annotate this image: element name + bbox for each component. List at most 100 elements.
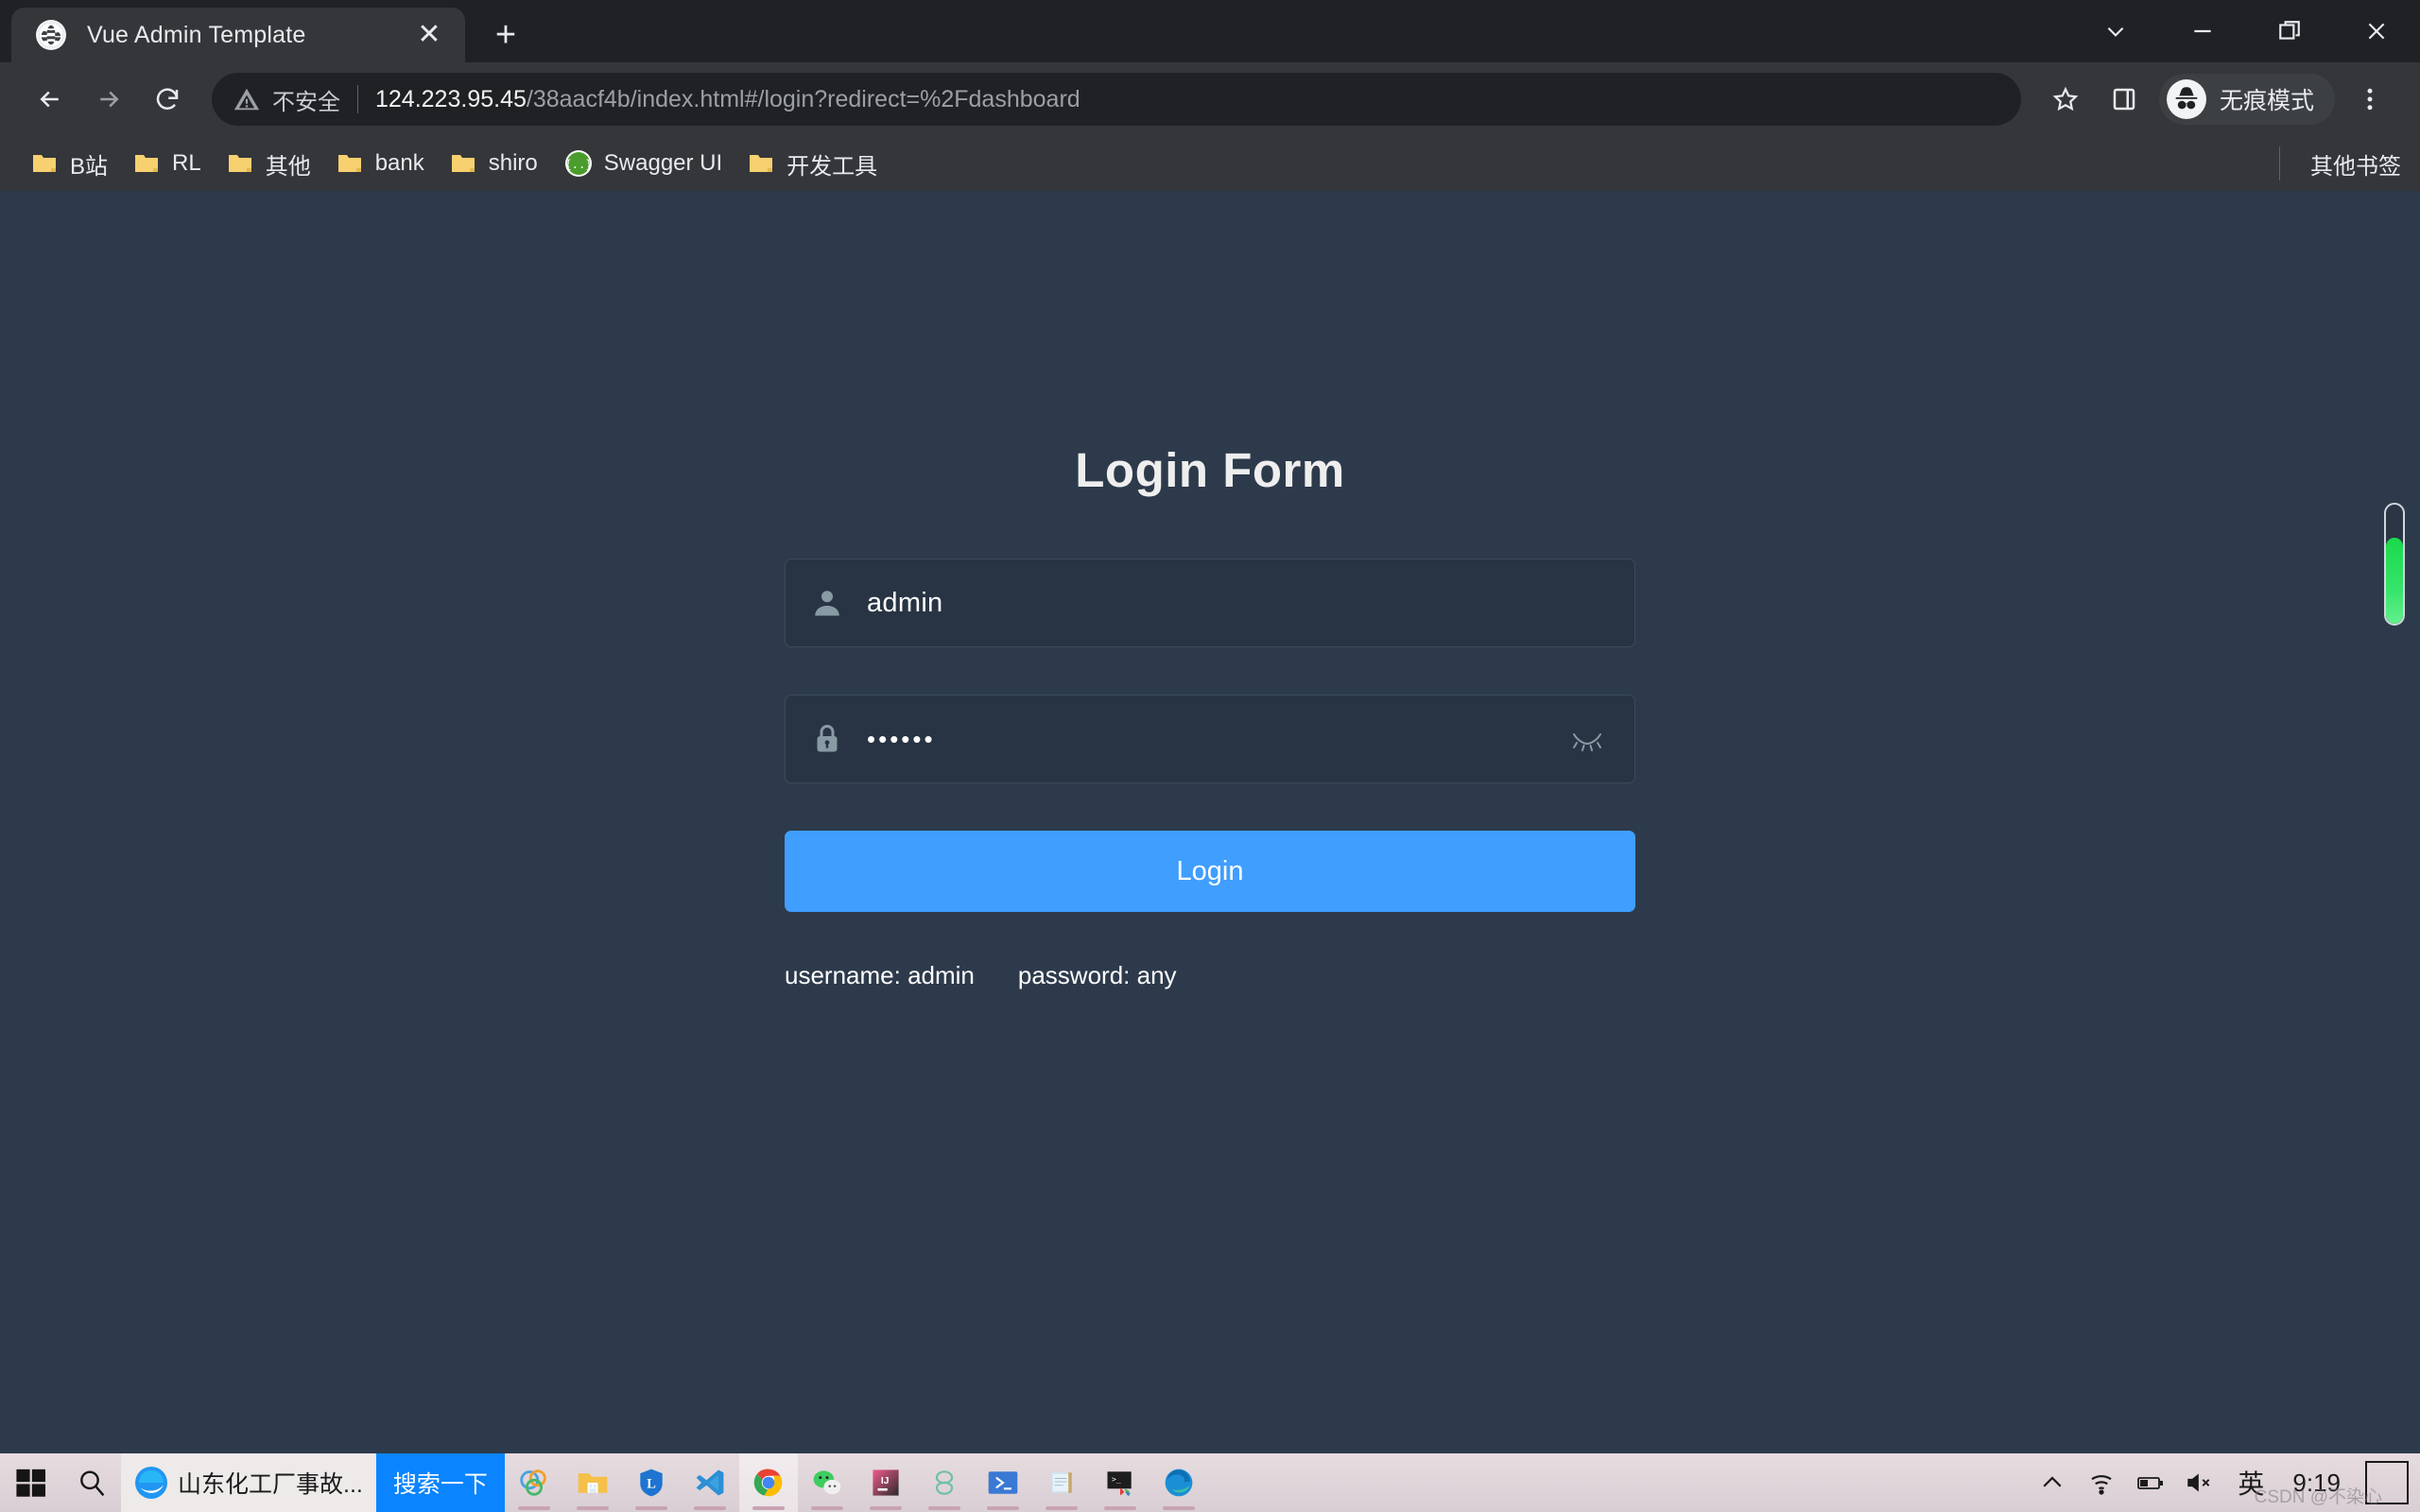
svg-text:IJ: IJ — [881, 1476, 890, 1486]
address-bar[interactable]: 不安全 124.223.95.45/38aacf4b/index.html#/l… — [212, 73, 2021, 126]
swagger-icon: {..} — [564, 149, 593, 178]
username-input-value[interactable]: admin — [867, 588, 1623, 619]
user-icon — [810, 586, 844, 620]
app-running-indicator — [869, 1506, 902, 1510]
svg-text:{..}: {..} — [564, 158, 592, 171]
other-bookmarks[interactable]: 其他书签 — [2279, 146, 2401, 187]
folder-icon — [32, 152, 57, 175]
svg-text:L: L — [647, 1476, 656, 1491]
login-hints: username: admin password: any — [785, 961, 1635, 990]
taskbar-search-value[interactable]: 山东化工厂事故... — [178, 1466, 363, 1500]
incognito-label: 无痕模式 — [2219, 88, 2314, 114]
bookmark-item-qita[interactable]: 其他 — [215, 143, 324, 184]
action-center-icon[interactable] — [2365, 1461, 2409, 1504]
chrome-icon[interactable] — [738, 1453, 798, 1512]
windows-taskbar: 山东化工厂事故... 搜索一下 L IJ >_ 英 9:19 CSDN @不染心 — [0, 1453, 2420, 1512]
incognito-icon — [2166, 79, 2206, 119]
tab-title: Vue Admin Template — [87, 21, 306, 48]
maximize-window-icon[interactable] — [2246, 0, 2333, 62]
folder-icon — [451, 152, 475, 175]
star-icon[interactable] — [2036, 70, 2095, 129]
bookmark-item-bzhan[interactable]: B站 — [19, 143, 121, 184]
password-input-value[interactable]: •••••• — [867, 725, 1561, 754]
wechat-icon[interactable] — [798, 1453, 856, 1512]
incognito-indicator[interactable]: 无痕模式 — [2158, 74, 2335, 125]
close-tab-icon[interactable]: ✕ — [410, 16, 448, 54]
not-secure-warning-icon[interactable] — [233, 85, 261, 113]
page-scrollbar[interactable] — [2384, 503, 2405, 626]
folder-icon — [134, 152, 159, 175]
vscode-icon[interactable] — [681, 1453, 739, 1512]
folder-icon — [228, 152, 252, 175]
side-panel-icon[interactable] — [2095, 70, 2153, 129]
wifi-icon[interactable] — [2077, 1453, 2126, 1512]
bookmark-item-bank[interactable]: bank — [324, 143, 438, 184]
app-running-indicator — [576, 1506, 609, 1510]
svg-text:>_: >_ — [1112, 1474, 1121, 1484]
minimize-window-icon[interactable] — [2159, 0, 2246, 62]
browser-window: Vue Admin Template ✕ + 不安全 124.223.95.45… — [0, 0, 2420, 1512]
bookmark-label: B站 — [70, 153, 109, 180]
kebab-menu-icon[interactable] — [2341, 70, 2399, 129]
ime-indicator[interactable]: 英 — [2224, 1464, 2277, 1502]
browser-toolbar: 不安全 124.223.95.45/38aacf4b/index.html#/l… — [0, 62, 2420, 136]
back-icon[interactable] — [21, 70, 79, 129]
bookmark-item-shiro[interactable]: shiro — [438, 143, 551, 184]
system-tray: 英 9:19 — [2028, 1453, 2420, 1512]
globe-icon — [36, 20, 66, 50]
navicat-icon[interactable] — [505, 1453, 563, 1512]
notepad-icon[interactable] — [1032, 1453, 1091, 1512]
edge-icon[interactable] — [1150, 1453, 1208, 1512]
eye-closed-icon[interactable] — [1561, 713, 1614, 765]
bookmark-item-rl[interactable]: RL — [121, 143, 215, 184]
app-running-indicator — [634, 1506, 667, 1510]
scrollbar-thumb[interactable] — [2386, 538, 2403, 624]
powershell-icon[interactable] — [974, 1453, 1032, 1512]
app-running-indicator — [1103, 1506, 1136, 1510]
security-label[interactable]: 不安全 — [272, 83, 340, 116]
password-field[interactable]: •••••• — [785, 695, 1635, 783]
url-text[interactable]: 124.223.95.45/38aacf4b/index.html#/login… — [375, 86, 1080, 113]
chevron-up-icon[interactable] — [2028, 1453, 2077, 1512]
bookmark-label: 其他 — [265, 153, 311, 180]
taskbar-search-button[interactable]: 搜索一下 — [375, 1453, 505, 1512]
everything-icon[interactable] — [915, 1453, 974, 1512]
app-running-indicator — [1045, 1506, 1078, 1510]
search-icon[interactable] — [62, 1453, 121, 1512]
battery-icon[interactable] — [2126, 1453, 2175, 1512]
page-viewport: Login Form admin •••••• Login username: … — [0, 191, 2420, 1453]
reload-icon[interactable] — [138, 70, 197, 129]
file-explorer-icon[interactable] — [563, 1453, 622, 1512]
bookmark-item-dev-tools[interactable]: 开发工具 — [735, 143, 890, 184]
username-field[interactable]: admin — [785, 558, 1635, 647]
browser-tab[interactable]: Vue Admin Template ✕ — [11, 8, 465, 62]
lenovo-icon[interactable]: L — [622, 1453, 681, 1512]
close-window-icon[interactable] — [2333, 0, 2420, 62]
bookmarks-divider — [2279, 146, 2280, 180]
url-path: /38aacf4b/index.html#/login?redirect=%2F… — [526, 85, 1080, 112]
new-tab-button[interactable]: + — [478, 8, 533, 62]
hint-password: password: any — [1017, 961, 1177, 989]
taskbar-search-box[interactable]: 山东化工厂事故... 搜索一下 — [121, 1453, 505, 1512]
url-host: 124.223.95.45 — [375, 85, 527, 112]
clock[interactable]: 9:19 — [2277, 1469, 2356, 1498]
cmder-icon[interactable]: >_ — [1091, 1453, 1150, 1512]
app-running-indicator — [693, 1506, 726, 1510]
tab-search-icon[interactable] — [2072, 0, 2159, 62]
hint-username: username: admin — [785, 961, 975, 989]
bookmark-label: bank — [374, 150, 424, 176]
app-running-indicator — [517, 1506, 550, 1510]
volume-muted-icon[interactable] — [2175, 1453, 2224, 1512]
bookmark-label: Swagger UI — [603, 150, 723, 176]
login-button[interactable]: Login — [785, 831, 1635, 912]
other-bookmarks-label: 其他书签 — [2310, 153, 2401, 180]
intellij-idea-icon[interactable]: IJ — [856, 1453, 915, 1512]
bookmark-label: RL — [172, 150, 201, 176]
bookmark-item-swagger-ui[interactable]: {..} Swagger UI — [551, 143, 735, 184]
windows-start-icon[interactable] — [0, 1453, 62, 1512]
lock-icon — [810, 722, 844, 756]
omnibox-divider — [357, 85, 358, 113]
app-running-indicator — [1162, 1506, 1195, 1510]
folder-icon — [749, 152, 773, 175]
forward-icon[interactable] — [79, 70, 138, 129]
